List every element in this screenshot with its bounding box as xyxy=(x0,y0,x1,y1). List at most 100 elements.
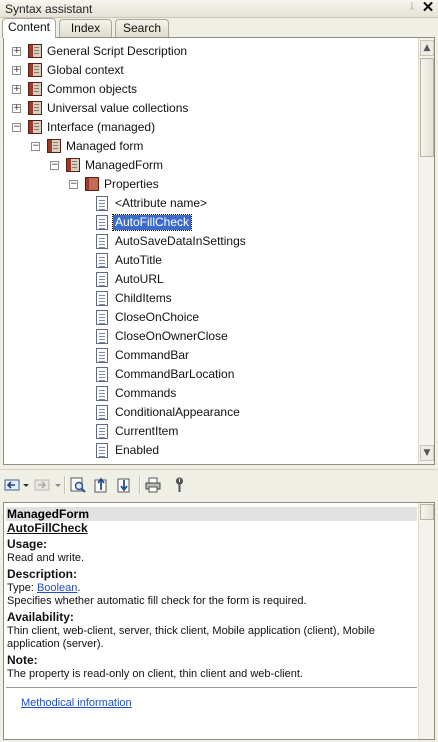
sync-content-button[interactable] xyxy=(115,476,133,494)
usage-text: Read and write. xyxy=(7,552,85,564)
collapse-icon[interactable]: − xyxy=(31,142,40,151)
find-in-tree-icon xyxy=(70,477,86,493)
settings-button[interactable] xyxy=(172,476,190,494)
methodical-information-link[interactable]: Methodical information xyxy=(21,696,132,710)
tree-item[interactable]: Enabled xyxy=(4,441,418,460)
book-icon xyxy=(28,101,42,115)
window-title: Syntax assistant xyxy=(5,2,93,16)
scroll-down-icon[interactable]: ▼ xyxy=(420,445,434,461)
availability-text-line1: Thin client, web-client, server, thick c… xyxy=(7,625,376,637)
tree-item[interactable]: AutoURL xyxy=(4,270,418,289)
page-icon xyxy=(96,386,108,401)
tree-item[interactable]: CommandBar xyxy=(4,346,418,365)
book-icon xyxy=(47,139,61,153)
tree-item[interactable]: AutoTitle xyxy=(4,251,418,270)
book-closed-icon xyxy=(85,177,99,191)
tree-item[interactable]: AutoFillCheck xyxy=(4,213,418,232)
scrollbar-thumb[interactable] xyxy=(420,58,434,157)
tree-item[interactable]: ConditionalAppearance xyxy=(4,403,418,422)
tree-item-label: AutoURL xyxy=(115,272,164,286)
tree-item-label: CommandBarLocation xyxy=(115,367,235,381)
pin-icon[interactable]: ᛸ xyxy=(407,1,417,15)
page-icon xyxy=(96,424,108,439)
find-in-tree-button[interactable] xyxy=(69,476,87,494)
forward-button[interactable] xyxy=(33,476,51,494)
note-label: Note: xyxy=(7,653,38,667)
collapse-icon[interactable]: − xyxy=(69,180,78,189)
collapse-icon[interactable]: − xyxy=(50,161,59,170)
collapse-icon[interactable]: − xyxy=(12,123,21,132)
tree-item[interactable]: − Properties xyxy=(4,175,418,194)
forward-dropdown-icon[interactable] xyxy=(55,484,61,487)
methodical-information-link-text[interactable]: Methodical information xyxy=(21,697,132,709)
tab-content[interactable]: Content xyxy=(2,18,56,38)
back-dropdown-icon[interactable] xyxy=(23,484,29,487)
tree-item[interactable]: − Interface (managed) xyxy=(4,118,418,137)
tree-item[interactable]: + General Script Description xyxy=(4,42,418,61)
tree-item-label: General Script Description xyxy=(47,44,188,58)
tree-item-label: <Attribute name> xyxy=(115,196,208,210)
expand-icon[interactable]: + xyxy=(12,66,21,75)
tree-item-label: CloseOnOwnerClose xyxy=(115,329,228,343)
sync-icon xyxy=(117,478,130,493)
tree-item[interactable]: CurrentItem xyxy=(4,422,418,441)
page-icon xyxy=(96,310,108,325)
page-icon xyxy=(96,329,108,344)
title-bar: Syntax assistant ᛸ ✕ xyxy=(0,0,438,18)
back-arrow-icon xyxy=(4,479,20,491)
tree-item-label: CommandBar xyxy=(115,348,190,362)
tree-item[interactable]: CloseOnOwnerClose xyxy=(4,327,418,346)
book-icon xyxy=(66,158,80,172)
scrollbar-thumb[interactable] xyxy=(420,504,434,520)
description-item-name: AutoFillCheck xyxy=(7,521,88,535)
tree-item[interactable]: − ManagedForm xyxy=(4,156,418,175)
page-icon xyxy=(96,196,108,211)
close-icon[interactable]: ✕ xyxy=(421,0,435,16)
tab-index[interactable]: Index xyxy=(59,19,112,37)
go-up-button[interactable] xyxy=(92,476,110,494)
tree-item-label: Enabled xyxy=(115,443,160,457)
note-text: The property is read-only on client, thi… xyxy=(7,668,303,680)
tree-item-label: AutoSaveDataInSettings xyxy=(115,234,246,248)
print-icon xyxy=(145,477,161,493)
tree-item[interactable]: AutoSaveDataInSettings xyxy=(4,232,418,251)
expand-icon[interactable]: + xyxy=(12,85,21,94)
tree-item-label: CloseOnChoice xyxy=(115,310,200,324)
back-button[interactable] xyxy=(3,476,21,494)
description-panel: ManagedForm AutoFillCheck Usage: Read an… xyxy=(3,502,435,740)
tree-item[interactable]: + Global context xyxy=(4,61,418,80)
tree-item[interactable]: CommandBarLocation xyxy=(4,365,418,384)
page-icon xyxy=(96,405,108,420)
type-suffix: . xyxy=(77,582,81,594)
description-vertical-scrollbar[interactable] xyxy=(418,503,434,739)
tab-search[interactable]: Search xyxy=(115,19,169,37)
go-up-icon xyxy=(94,477,107,493)
tree-item-label: Interface (managed) xyxy=(47,120,156,134)
print-button[interactable] xyxy=(144,476,162,494)
availability-text-line2: application (server). xyxy=(7,638,104,650)
tree-item[interactable]: ChildItems xyxy=(4,289,418,308)
tree-vertical-scrollbar[interactable]: ▲ ▼ xyxy=(418,38,434,464)
availability-label: Availability: xyxy=(7,610,74,624)
expand-icon[interactable]: + xyxy=(12,47,21,56)
type-prefix: Type: xyxy=(7,582,37,594)
tree-item[interactable]: Commands xyxy=(4,384,418,403)
book-icon xyxy=(28,44,42,58)
tree-item[interactable]: CloseOnChoice xyxy=(4,308,418,327)
tree-item-label: Common objects xyxy=(47,82,138,96)
boolean-link[interactable]: Boolean xyxy=(37,582,77,594)
tree-item-label: AutoTitle xyxy=(115,253,162,267)
tree-item[interactable]: + Universal value collections xyxy=(4,99,418,118)
book-icon xyxy=(28,120,42,134)
expand-icon[interactable]: + xyxy=(12,104,21,113)
content-tree[interactable]: + General Script Description + Global conte… xyxy=(3,37,435,465)
tree-item[interactable]: − Managed form xyxy=(4,137,418,156)
scroll-up-icon[interactable]: ▲ xyxy=(420,40,434,56)
tree-item-label: AutoFillCheck xyxy=(111,214,193,231)
tree-item[interactable]: + Common objects xyxy=(4,80,418,99)
tree-item[interactable]: <Attribute name> xyxy=(4,194,418,213)
page-icon xyxy=(96,253,108,268)
type-line: Type: Boolean. xyxy=(7,581,80,595)
forward-arrow-icon xyxy=(34,479,50,491)
toolbar xyxy=(0,469,438,499)
